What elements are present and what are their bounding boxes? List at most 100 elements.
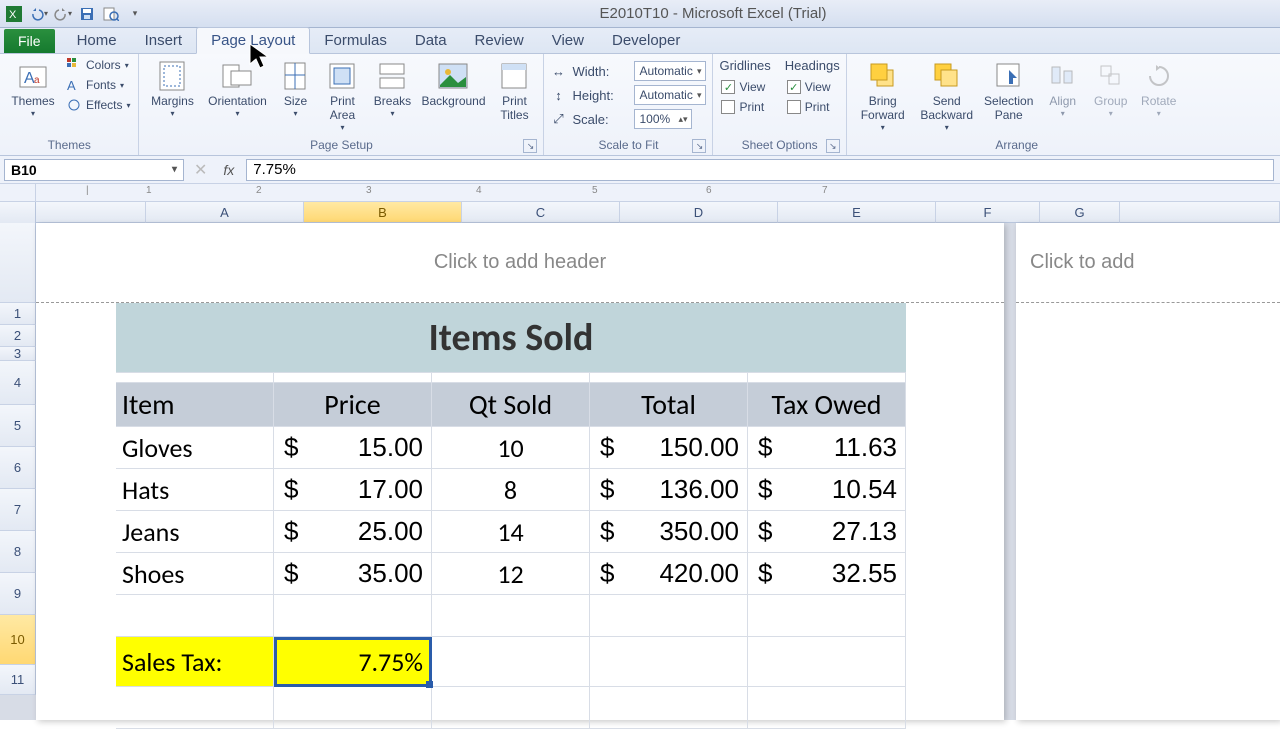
- tab-review[interactable]: Review: [461, 28, 538, 53]
- tab-home[interactable]: Home: [63, 28, 131, 53]
- sheet-options-launcher[interactable]: ↘: [826, 139, 840, 153]
- rowhead-1[interactable]: 1: [0, 303, 36, 325]
- bring-forward-icon: [866, 59, 900, 93]
- worksheet-grid[interactable]: Items Sold Item Price Qt Sold Total Tax …: [116, 303, 906, 729]
- breaks-button[interactable]: Breaks▾: [369, 56, 415, 121]
- save-button[interactable]: [76, 3, 98, 25]
- width-input[interactable]: Automatic▾: [634, 61, 706, 81]
- redo-button[interactable]: ▾: [52, 3, 74, 25]
- rowhead-9[interactable]: 9: [0, 573, 36, 615]
- cell-qt[interactable]: 8: [432, 469, 590, 511]
- sales-tax-label[interactable]: Sales Tax:: [116, 637, 274, 687]
- orientation-button[interactable]: Orientation▾: [203, 56, 271, 121]
- headings-view-check[interactable]: ✓View: [785, 79, 840, 95]
- cell-qt[interactable]: 12: [432, 553, 590, 595]
- hdr-total[interactable]: Total: [590, 383, 748, 427]
- group-icon: [1094, 59, 1128, 93]
- tab-insert[interactable]: Insert: [131, 28, 197, 53]
- undo-button[interactable]: ▾: [28, 3, 50, 25]
- rowhead-5[interactable]: 5: [0, 405, 36, 447]
- bring-forward-button[interactable]: Bring Forward▾: [853, 56, 913, 135]
- cell-price[interactable]: $17.00: [274, 469, 432, 511]
- rowhead-6[interactable]: 6: [0, 447, 36, 489]
- tab-view[interactable]: View: [538, 28, 598, 53]
- tab-page-layout[interactable]: Page Layout: [196, 27, 310, 54]
- qat-customize[interactable]: ▾: [124, 3, 146, 25]
- sales-tax-value[interactable]: 7.75%: [274, 637, 432, 687]
- gridlines-view-check[interactable]: ✓View: [719, 79, 770, 95]
- hdr-price[interactable]: Price: [274, 383, 432, 427]
- cell-tax[interactable]: $32.55: [748, 553, 906, 595]
- colors-button[interactable]: Colors ▾: [64, 56, 132, 74]
- colhead-E[interactable]: E: [778, 202, 936, 223]
- rowhead-7[interactable]: 7: [0, 489, 36, 531]
- formula-input[interactable]: 7.75%: [246, 159, 1274, 181]
- rowhead-10[interactable]: 10: [0, 615, 36, 665]
- rowhead-4[interactable]: 4: [0, 361, 36, 405]
- rowhead-8[interactable]: 8: [0, 531, 36, 573]
- colhead-D[interactable]: D: [620, 202, 778, 223]
- scale-launcher[interactable]: ↘: [692, 139, 706, 153]
- name-box[interactable]: B10▾: [4, 159, 184, 181]
- colhead-F[interactable]: F: [936, 202, 1040, 223]
- print-preview-button[interactable]: [100, 3, 122, 25]
- cancel-icon[interactable]: ✕: [190, 160, 211, 180]
- tab-developer[interactable]: Developer: [598, 28, 694, 53]
- cell-price[interactable]: $15.00: [274, 427, 432, 469]
- print-titles-button[interactable]: Print Titles: [491, 56, 537, 126]
- cell-qt[interactable]: 14: [432, 511, 590, 553]
- scale-input[interactable]: 100%▴▾: [634, 109, 692, 129]
- height-input[interactable]: Automatic▾: [634, 85, 706, 105]
- tab-data[interactable]: Data: [401, 28, 461, 53]
- cell-tax[interactable]: $10.54: [748, 469, 906, 511]
- tab-formulas[interactable]: Formulas: [310, 28, 401, 53]
- align-button[interactable]: Align▾: [1041, 56, 1085, 121]
- hdr-qt[interactable]: Qt Sold: [432, 383, 590, 427]
- hdr-tax[interactable]: Tax Owed: [748, 383, 906, 427]
- header-area-2[interactable]: Click to add: [1016, 223, 1280, 303]
- cell-tax[interactable]: $11.63: [748, 427, 906, 469]
- formula-bar: B10▾ ✕ fx 7.75%: [0, 156, 1280, 184]
- file-tab[interactable]: File: [4, 29, 55, 53]
- select-all-corner[interactable]: [0, 202, 36, 223]
- rowhead-3[interactable]: 3: [0, 347, 36, 361]
- size-button[interactable]: Size▾: [275, 56, 315, 121]
- cell-item[interactable]: Shoes: [116, 553, 274, 595]
- headings-print-check[interactable]: Print: [785, 99, 840, 115]
- colhead-C[interactable]: C: [462, 202, 620, 223]
- margins-button[interactable]: Margins▾: [145, 56, 199, 121]
- title-cell[interactable]: Items Sold: [116, 303, 906, 373]
- background-button[interactable]: Background: [419, 56, 487, 112]
- colhead-G[interactable]: G: [1040, 202, 1120, 223]
- margins-icon: [155, 59, 189, 93]
- gridlines-print-check[interactable]: Print: [719, 99, 770, 115]
- hdr-item[interactable]: Item: [116, 383, 274, 427]
- cell-price[interactable]: $35.00: [274, 553, 432, 595]
- cell-tax[interactable]: $27.13: [748, 511, 906, 553]
- fonts-button[interactable]: AFonts ▾: [64, 76, 132, 94]
- cell-total[interactable]: $136.00: [590, 469, 748, 511]
- send-backward-button[interactable]: Send Backward▾: [917, 56, 977, 135]
- cell-total[interactable]: $350.00: [590, 511, 748, 553]
- cell-total[interactable]: $420.00: [590, 553, 748, 595]
- selection-pane-button[interactable]: Selection Pane: [981, 56, 1037, 126]
- orientation-icon: [220, 59, 254, 93]
- excel-icon: X: [4, 4, 24, 24]
- effects-button[interactable]: Effects ▾: [64, 96, 132, 114]
- cell-item[interactable]: Gloves: [116, 427, 274, 469]
- cell-item[interactable]: Jeans: [116, 511, 274, 553]
- cell-item[interactable]: Hats: [116, 469, 274, 511]
- themes-button[interactable]: Aa Themes▾: [6, 56, 60, 121]
- rowhead-2[interactable]: 2: [0, 325, 36, 347]
- cell-total[interactable]: $150.00: [590, 427, 748, 469]
- rowhead-11[interactable]: 11: [0, 665, 36, 695]
- page-setup-launcher[interactable]: ↘: [523, 139, 537, 153]
- group-label-page-setup: Page Setup↘: [145, 136, 537, 155]
- cell-price[interactable]: $25.00: [274, 511, 432, 553]
- colhead-A[interactable]: A: [146, 202, 304, 223]
- header-area[interactable]: Click to add header: [36, 223, 1004, 303]
- cell-qt[interactable]: 10: [432, 427, 590, 469]
- colhead-B[interactable]: B: [304, 202, 462, 223]
- fx-icon[interactable]: fx: [217, 162, 240, 178]
- print-area-button[interactable]: Print Area▾: [319, 56, 365, 135]
